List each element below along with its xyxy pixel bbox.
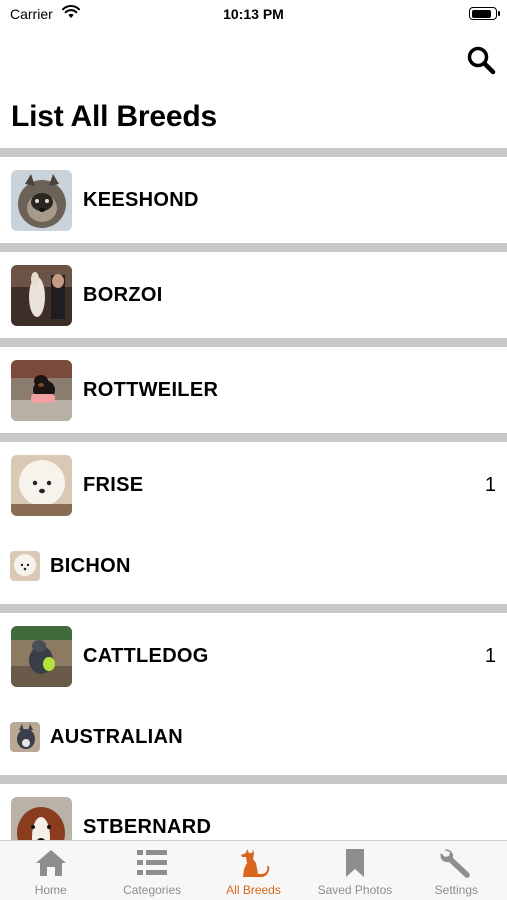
breed-photo [11, 454, 72, 516]
battery-icon [469, 7, 500, 20]
search-button[interactable] [463, 44, 499, 80]
list-separator [0, 148, 507, 157]
home-icon [33, 846, 69, 880]
tab-all-breeds[interactable]: All Breeds [203, 841, 304, 900]
tab-label: Saved Photos [317, 883, 393, 897]
sub-breed-count: 1 [484, 473, 496, 496]
breed-list[interactable]: KEESHOND BORZOI ROTTWEILER FRISE 1 BICHO… [0, 148, 507, 840]
sub-breed-name: BICHON [50, 554, 131, 577]
breed-name: BORZOI [83, 283, 163, 306]
breed-row-rottweiler[interactable]: ROTTWEILER [0, 347, 507, 433]
list-separator [0, 604, 507, 613]
breed-row-keeshond[interactable]: KEESHOND [0, 157, 507, 243]
breed-photo [11, 169, 72, 231]
search-icon [466, 45, 496, 80]
breed-row-cattledog[interactable]: CATTLEDOG 1 [0, 613, 507, 699]
status-bar: Carrier 10:13 PM [0, 0, 507, 30]
breed-photo [11, 264, 72, 326]
wrench-icon [438, 846, 474, 880]
dog-icon [236, 846, 272, 880]
list-icon [134, 846, 170, 880]
list-separator [0, 338, 507, 347]
tab-label: Home [34, 883, 67, 897]
breed-name: KEESHOND [83, 188, 199, 211]
breed-row-stbernard[interactable]: STBERNARD [0, 784, 507, 840]
clock: 10:13 PM [223, 6, 284, 22]
breed-photo [11, 796, 72, 840]
breed-photo [11, 359, 72, 421]
sub-breed-count: 1 [484, 644, 496, 667]
tab-categories[interactable]: Categories [101, 841, 202, 900]
breed-row-borzoi[interactable]: BORZOI [0, 252, 507, 338]
list-separator [0, 243, 507, 252]
sub-breed-name: AUSTRALIAN [50, 725, 183, 748]
sub-breed-photo [10, 551, 40, 581]
list-separator [0, 775, 507, 784]
sub-breed-photo [10, 722, 40, 752]
tab-settings[interactable]: Settings [406, 841, 507, 900]
tab-label: All Breeds [226, 883, 281, 897]
tab-label: Categories [123, 883, 182, 897]
tab-label: Settings [434, 883, 478, 897]
sub-breed-row-australian[interactable]: AUSTRALIAN [0, 699, 507, 775]
tab-saved-photos[interactable]: Saved Photos [304, 841, 405, 900]
breed-name: FRISE [83, 473, 144, 496]
tab-home[interactable]: Home [0, 841, 101, 900]
breed-name: STBERNARD [83, 815, 212, 838]
sub-breed-row-bichon[interactable]: BICHON [0, 528, 507, 604]
breed-name: CATTLEDOG [83, 644, 209, 667]
list-separator [0, 433, 507, 442]
breed-name: ROTTWEILER [83, 378, 219, 401]
bookmark-icon [337, 846, 373, 880]
tab-bar: Home Categories All Breeds Saved Photos [0, 840, 507, 900]
page-title: List All Breeds [11, 100, 217, 133]
breed-photo [11, 625, 72, 687]
breed-row-frise[interactable]: FRISE 1 [0, 442, 507, 528]
